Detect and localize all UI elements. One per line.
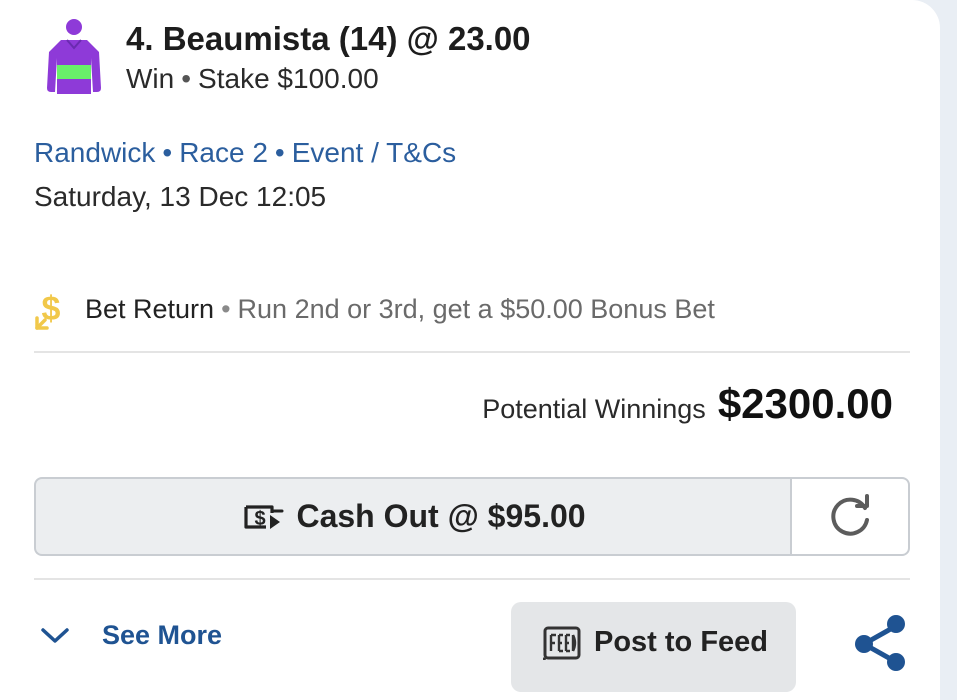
runner-title: 4. Beaumista (14) @ 23.00 xyxy=(126,20,531,57)
dollar-return-icon: $ xyxy=(35,290,61,330)
promo-name: Bet Return xyxy=(85,294,215,324)
divider xyxy=(34,578,910,580)
stake-amount: Stake $100.00 xyxy=(198,63,379,94)
venue-link[interactable]: Randwick xyxy=(34,137,155,168)
post-to-feed-button[interactable]: Post to Feed xyxy=(511,602,796,692)
svg-text:$: $ xyxy=(255,508,266,530)
bet-card: 4. Beaumista (14) @ 23.00 Win • Stake $100… xyxy=(0,0,940,700)
race-datetime: Saturday, 13 Dec 12:05 xyxy=(34,181,327,212)
winnings-label: Potential Winnings xyxy=(482,394,706,424)
feed-icon xyxy=(543,626,581,660)
race-link[interactable]: Race 2 xyxy=(179,137,268,168)
winnings-amount: $2300.00 xyxy=(717,380,893,427)
share-icon[interactable] xyxy=(852,612,908,672)
separator-dot: • xyxy=(181,63,192,94)
chevron-down-icon xyxy=(41,627,69,643)
separator-dot: • xyxy=(162,137,173,168)
event-terms-link[interactable]: Event / T&Cs xyxy=(292,137,456,168)
separator-dot: • xyxy=(221,294,231,324)
refresh-icon xyxy=(831,493,869,536)
separator-dot: • xyxy=(274,137,285,168)
potential-winnings: Potential Winnings $2300.00 xyxy=(482,380,893,428)
post-to-feed-label: Post to Feed xyxy=(594,626,769,658)
divider xyxy=(34,351,910,353)
bet-type-line: Win • Stake $100.00 xyxy=(126,63,379,95)
promo-text: Bet Return • Run 2nd or 3rd, get a $50.00 … xyxy=(85,294,715,325)
cash-out-icon: $ xyxy=(244,504,284,530)
jockey-silks-icon xyxy=(47,19,101,94)
refresh-button[interactable] xyxy=(790,477,910,556)
promo-description: Run 2nd or 3rd, get a $50.00 Bonus Bet xyxy=(237,294,715,324)
see-more-toggle[interactable]: See More xyxy=(40,620,222,651)
bet-type: Win xyxy=(126,63,175,94)
meeting-line: Randwick • Race 2 • Event / T&Cs xyxy=(34,137,456,169)
see-more-label: See More xyxy=(102,620,223,650)
cash-out-label: Cash Out @ $95.00 xyxy=(296,498,586,534)
cash-out-button[interactable]: $ Cash Out @ $95.00 xyxy=(34,477,790,556)
